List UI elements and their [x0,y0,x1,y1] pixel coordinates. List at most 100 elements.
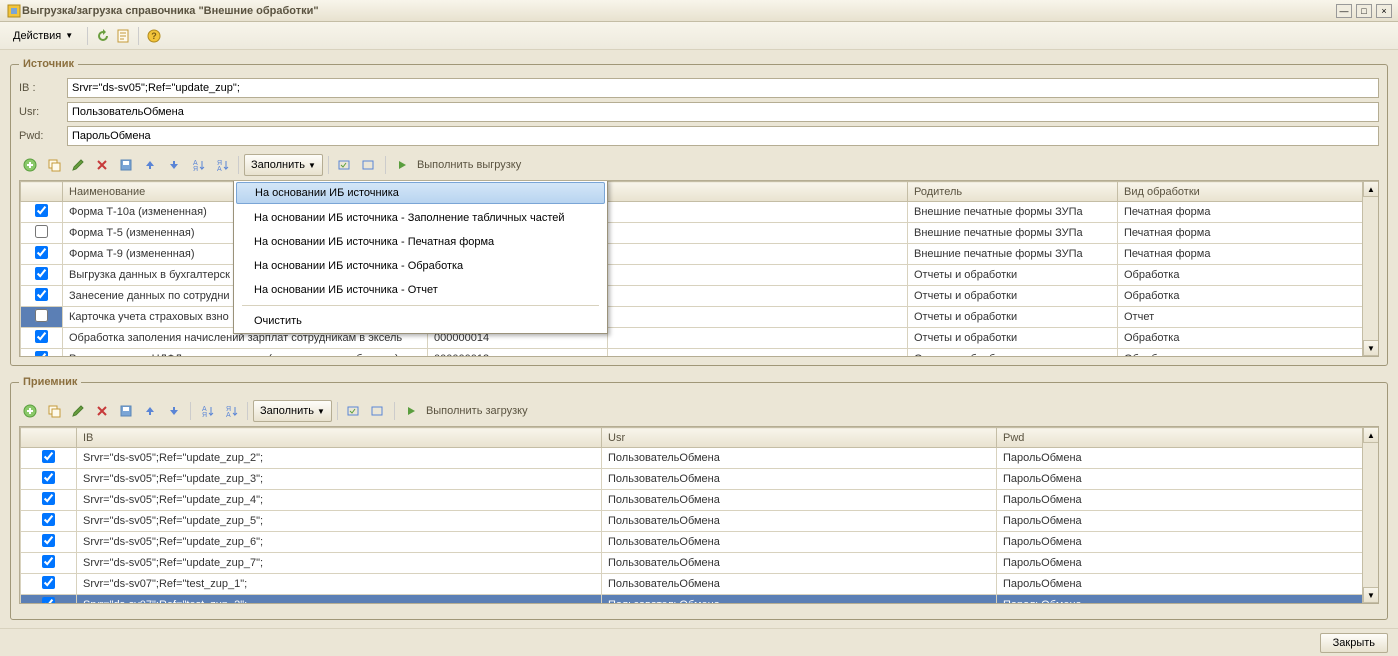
pwd-label: Pwd: [19,130,59,142]
table-row[interactable]: Srvr="ds-sv05";Ref="update_zup_7";Пользо… [21,553,1378,574]
minimize-button[interactable]: — [1336,4,1352,18]
row-checkbox[interactable] [21,553,77,574]
table-row[interactable]: Srvr="ds-sv05";Ref="update_zup_6";Пользо… [21,532,1378,553]
edit-button[interactable] [67,154,89,176]
sort-asc-button[interactable]: АЯ [187,154,209,176]
sort-desc-button[interactable]: ЯА [220,400,242,422]
scrollbar[interactable]: ▲ ▼ [1362,181,1378,356]
row-checkbox[interactable] [21,286,63,307]
row-usr: ПользовательОбмена [602,553,997,574]
run-button[interactable] [400,400,422,422]
usr-column-header[interactable]: Usr [602,428,997,448]
table-row[interactable]: Карточка учета страховых взноОтчеты и об… [21,307,1378,328]
dropdown-item[interactable]: На основании ИБ источника - Обработка [234,254,607,278]
scroll-down-icon[interactable]: ▼ [1363,587,1379,603]
scroll-up-icon[interactable]: ▲ [1363,181,1379,197]
row-checkbox[interactable] [21,307,63,328]
up-button[interactable] [139,400,161,422]
dropdown-item[interactable]: На основании ИБ источника - Заполнение т… [234,206,607,230]
check-all-button[interactable] [334,154,356,176]
close-button[interactable]: × [1376,4,1392,18]
scroll-down-icon[interactable]: ▼ [1363,340,1379,356]
table-row[interactable]: Srvr="ds-sv05";Ref="update_zup_2";Пользо… [21,448,1378,469]
table-row[interactable]: Srvr="ds-sv07";Ref="test_zup_2";Пользова… [21,595,1378,605]
run-button[interactable] [391,154,413,176]
row-checkbox[interactable] [21,532,77,553]
dropdown-item[interactable]: На основании ИБ источника - Отчет [234,278,607,302]
separator [337,402,338,420]
check-column-header[interactable] [21,182,63,202]
table-row[interactable]: Обработка заполения начислений зарплат с… [21,328,1378,349]
type-column-header[interactable]: Вид обработки [1118,182,1378,202]
row-checkbox[interactable] [21,223,63,244]
row-checkbox[interactable] [21,202,63,223]
row-checkbox[interactable] [21,574,77,595]
row-hidden [608,286,908,307]
fill-label: Заполнить [260,405,314,417]
ib-column-header[interactable]: IB [77,428,602,448]
window-title: Выгрузка/загрузка справочника "Внешние о… [22,5,1336,17]
run-label: Выполнить выгрузку [417,159,521,171]
up-button[interactable] [139,154,161,176]
row-checkbox[interactable] [21,511,77,532]
add-button[interactable] [19,154,41,176]
fill-button[interactable]: Заполнить ▼ [244,154,323,176]
dropdown-item[interactable]: На основании ИБ источника [236,182,605,204]
help-icon[interactable]: ? [146,28,162,44]
row-checkbox[interactable] [21,469,77,490]
down-button[interactable] [163,400,185,422]
row-checkbox[interactable] [21,448,77,469]
save-button[interactable] [115,154,137,176]
table-row[interactable]: Выгрузка данных в бухгалтерскОтчеты и об… [21,265,1378,286]
source-table[interactable]: Наименование Родитель Вид обработки Форм… [20,181,1378,357]
scrollbar[interactable]: ▲ ▼ [1362,427,1378,603]
maximize-button[interactable]: □ [1356,4,1372,18]
actions-menu[interactable]: Действия ▼ [6,27,80,45]
row-checkbox[interactable] [21,349,63,358]
ib-field[interactable] [67,78,1379,98]
row-checkbox[interactable] [21,244,63,265]
sort-asc-button[interactable]: АЯ [196,400,218,422]
table-row[interactable]: Занесение данных по сотрудниОтчеты и обр… [21,286,1378,307]
script-icon[interactable] [115,28,131,44]
svg-text:Я: Я [202,412,207,418]
fill-button[interactable]: Заполнить ▼ [253,400,332,422]
edit-button[interactable] [67,400,89,422]
sort-desc-button[interactable]: ЯА [211,154,233,176]
pwd-column-header[interactable]: Pwd [997,428,1378,448]
dest-table[interactable]: IB Usr Pwd Srvr="ds-sv05";Ref="update_zu… [20,427,1378,604]
table-row[interactable]: Srvr="ds-sv05";Ref="update_zup_3";Пользо… [21,469,1378,490]
table-row[interactable]: Форма Т-9 (измененная)Внешние печатные ф… [21,244,1378,265]
check-all-button[interactable] [343,400,365,422]
hidden-column-header[interactable] [608,182,908,202]
parent-column-header[interactable]: Родитель [908,182,1118,202]
pwd-field[interactable] [67,126,1379,146]
table-row[interactable]: Srvr="ds-sv05";Ref="update_zup_5";Пользо… [21,511,1378,532]
table-row[interactable]: Srvr="ds-sv07";Ref="test_zup_1";Пользова… [21,574,1378,595]
row-checkbox[interactable] [21,595,77,605]
row-checkbox[interactable] [21,328,63,349]
add-button[interactable] [19,400,41,422]
scroll-up-icon[interactable]: ▲ [1363,427,1379,443]
dropdown-item[interactable]: Очистить [234,309,607,333]
copy-button[interactable] [43,400,65,422]
refresh-icon[interactable] [95,28,111,44]
uncheck-all-button[interactable] [358,154,380,176]
table-row[interactable]: Srvr="ds-sv05";Ref="update_zup_4";Пользо… [21,490,1378,511]
table-row[interactable]: Распределение НДФЛ по сотрудникам (переч… [21,349,1378,358]
close-button[interactable]: Закрыть [1320,633,1388,653]
down-button[interactable] [163,154,185,176]
table-row[interactable]: Форма Т-10а (измененная)Внешние печатные… [21,202,1378,223]
dropdown-item[interactable]: На основании ИБ источника - Печатная фор… [234,230,607,254]
copy-button[interactable] [43,154,65,176]
uncheck-all-button[interactable] [367,400,389,422]
row-checkbox[interactable] [21,490,77,511]
table-row[interactable]: Форма Т-5 (измененная)Внешние печатные ф… [21,223,1378,244]
row-checkbox[interactable] [21,265,63,286]
delete-button[interactable] [91,400,113,422]
save-button[interactable] [115,400,137,422]
ib-label: IB : [19,82,59,94]
check-column-header[interactable] [21,428,77,448]
usr-field[interactable] [67,102,1379,122]
delete-button[interactable] [91,154,113,176]
